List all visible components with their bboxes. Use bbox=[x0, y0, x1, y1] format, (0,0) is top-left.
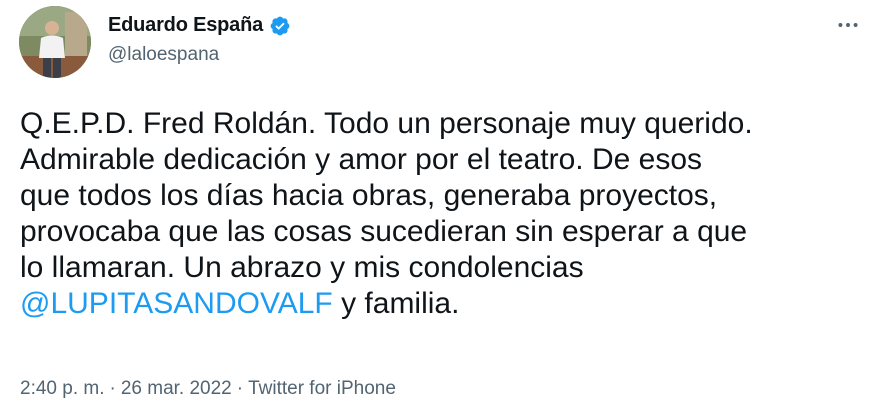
tweet-meta: 2:40 p. m. · 26 mar. 2022 · Twitter for iPho… bbox=[20, 378, 396, 400]
author-name[interactable]: Eduardo España bbox=[108, 14, 263, 37]
avatar-image bbox=[19, 6, 91, 78]
tweet-source[interactable]: Twitter for iPhone bbox=[248, 378, 396, 399]
author-handle[interactable]: @laloespana bbox=[108, 44, 219, 66]
verified-badge-icon bbox=[269, 15, 291, 37]
tweet-text-tail: y familia. bbox=[332, 287, 460, 320]
tweet-text-body: Q.E.P.D. Fred Roldán. Todo un personaje … bbox=[20, 107, 753, 284]
meta-separator: · bbox=[236, 378, 244, 399]
more-options-icon[interactable] bbox=[835, 12, 861, 38]
mention-link[interactable]: @LUPITASANDOVALF bbox=[20, 287, 333, 320]
meta-separator: · bbox=[109, 378, 116, 399]
tweet-time[interactable]: 2:40 p. m. bbox=[20, 378, 105, 399]
tweet-card: Eduardo España @laloespana Q.E.P.D. Fred… bbox=[0, 0, 883, 418]
author-name-row: Eduardo España bbox=[108, 14, 291, 37]
tweet-text: Q.E.P.D. Fred Roldán. Todo un personaje … bbox=[20, 106, 870, 322]
avatar[interactable] bbox=[19, 6, 91, 78]
tweet-date[interactable]: 26 mar. 2022 bbox=[121, 378, 232, 399]
